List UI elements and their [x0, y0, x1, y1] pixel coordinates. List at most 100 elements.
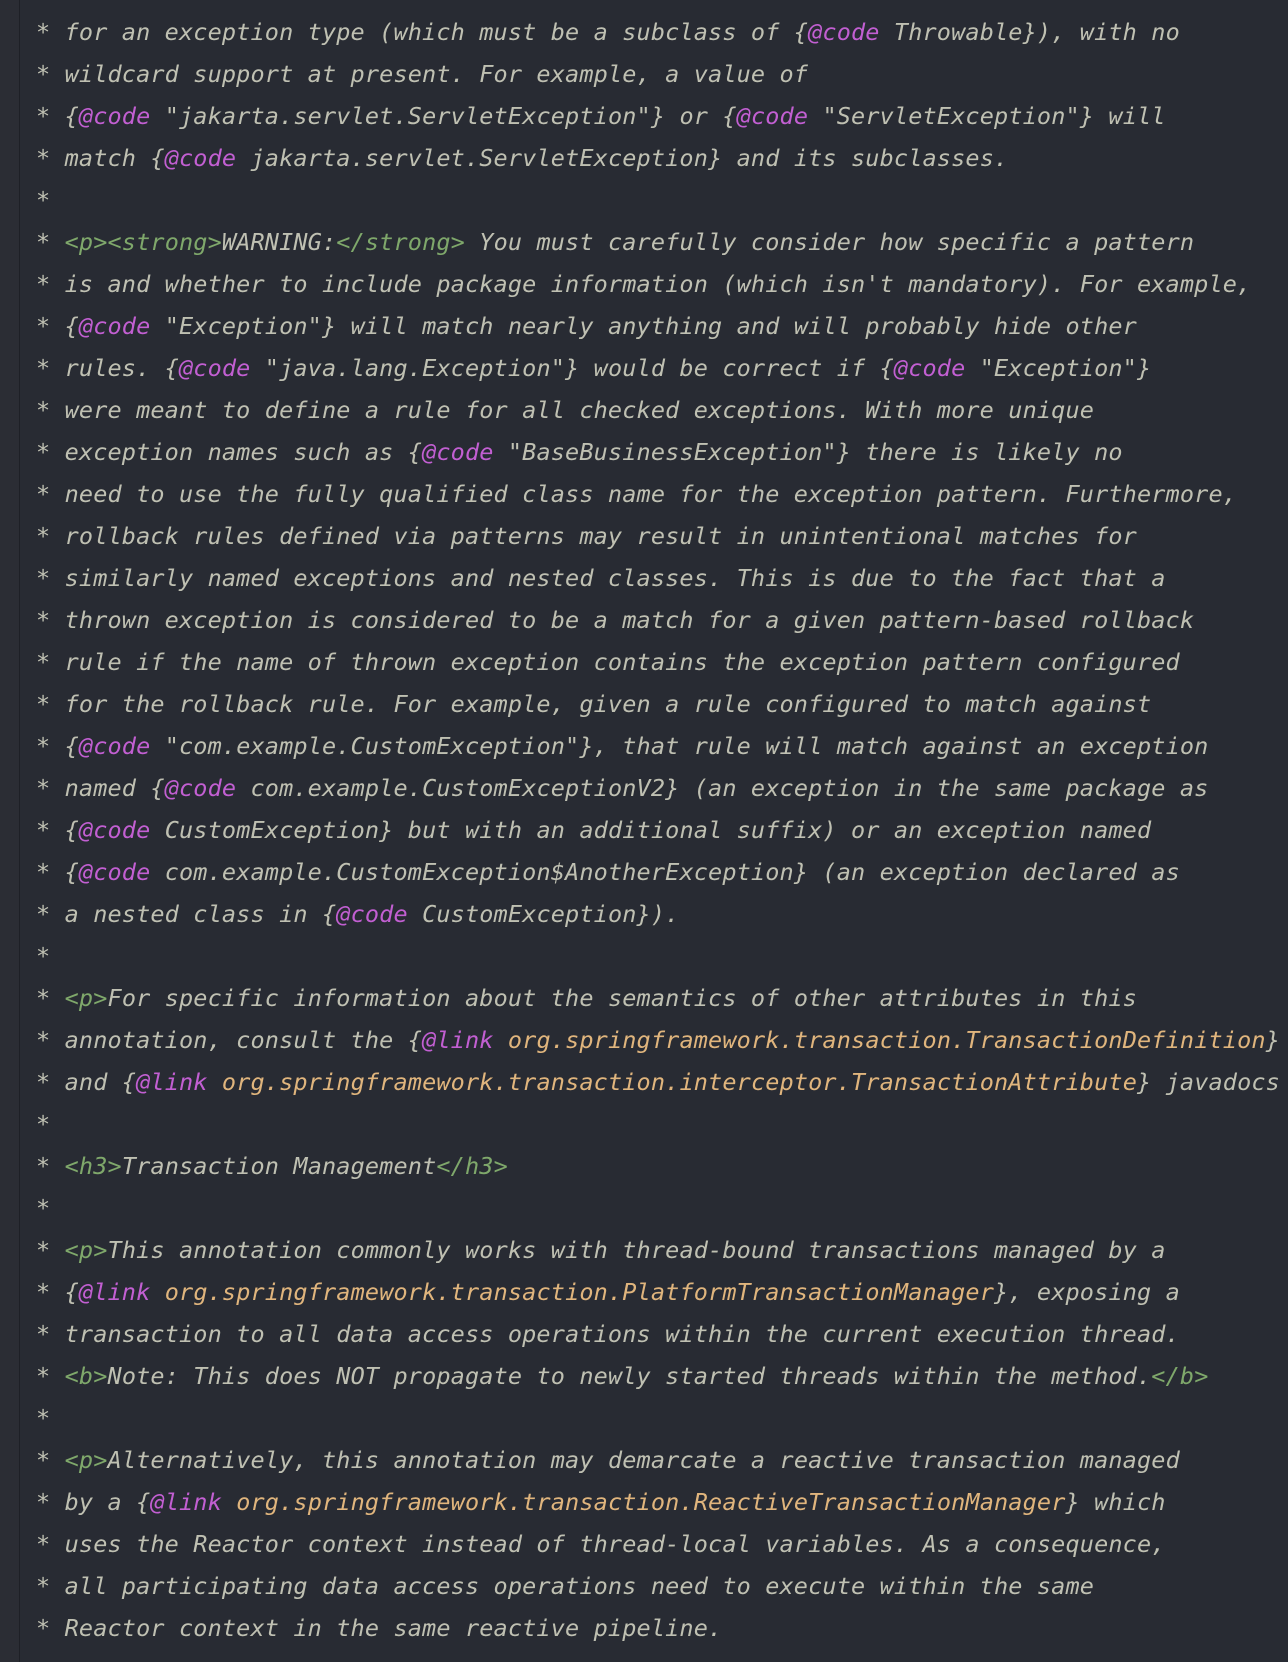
code-line[interactable]: * {@code com.example.CustomException$Ano… [36, 851, 1288, 893]
javadoc-tag: @link [136, 1068, 208, 1096]
javadoc-tag: @code [78, 732, 151, 760]
html-tag: </b> [1151, 1362, 1209, 1390]
code-line[interactable]: * rule if the name of thrown exception c… [36, 641, 1288, 683]
comment-text: You must carefully consider how specific… [464, 228, 1195, 256]
comment-text: com.example.CustomException$AnotherExcep… [150, 858, 1180, 886]
code-line[interactable]: * exception names such as {@code "BaseBu… [36, 431, 1288, 473]
comment-text: "BaseBusinessException"} there is likely… [493, 438, 1123, 466]
comment-text: * rollback rules defined via patterns ma… [36, 522, 1137, 550]
comment-text: * { [36, 1278, 79, 1306]
code-line[interactable]: * Reactor context in the same reactive p… [36, 1607, 1288, 1649]
comment-text: * [36, 1110, 51, 1138]
comment-text: * [36, 228, 65, 256]
code-line[interactable]: * wildcard support at present. For examp… [36, 53, 1288, 95]
code-line[interactable]: * {@code CustomException} but with an ad… [36, 809, 1288, 851]
code-line[interactable]: * need to use the fully qualified class … [36, 473, 1288, 515]
comment-text: * [36, 1362, 65, 1390]
link-reference: org.springframework.transaction.Transact… [507, 1026, 1266, 1054]
code-line[interactable]: * and {@link org.springframework.transac… [36, 1061, 1288, 1103]
code-line[interactable]: * {@code "Exception"} will match nearly … [36, 305, 1288, 347]
code-line[interactable]: * thrown exception is considered to be a… [36, 599, 1288, 641]
comment-text: * [36, 1194, 51, 1222]
comment-text: Note: This does NOT propagate to newly s… [107, 1362, 1152, 1390]
javadoc-tag: @code [78, 102, 151, 130]
comment-text [150, 1278, 164, 1306]
code-line[interactable]: * rules. {@code "java.lang.Exception"} w… [36, 347, 1288, 389]
html-tag: <p> [64, 1446, 108, 1474]
code-line[interactable]: * uses the Reactor context instead of th… [36, 1523, 1288, 1565]
code-line[interactable]: * <p>Alternatively, this annotation may … [36, 1439, 1288, 1481]
code-line[interactable]: * [36, 1187, 1288, 1229]
code-line[interactable]: * <p><strong>WARNING:</strong> You must … [36, 221, 1288, 263]
comment-text: * thrown exception is considered to be a… [36, 606, 1195, 634]
comment-text: * need to use the fully qualified class … [36, 480, 1238, 508]
comment-text: * { [36, 102, 79, 130]
comment-text: * transaction to all data access operati… [36, 1320, 1180, 1348]
comment-text: "com.example.CustomException"}, that rul… [150, 732, 1209, 760]
code-line[interactable]: * [36, 935, 1288, 977]
code-line[interactable]: * {@code "com.example.CustomException"},… [36, 725, 1288, 767]
code-line[interactable]: * is and whether to include package info… [36, 263, 1288, 305]
comment-text: * wildcard support at present. For examp… [36, 60, 809, 88]
code-line[interactable]: * {@link org.springframework.transaction… [36, 1271, 1288, 1313]
code-line[interactable]: * similarly named exceptions and nested … [36, 557, 1288, 599]
code-line[interactable]: * <p>This annotation commonly works with… [36, 1229, 1288, 1271]
comment-text: * for an exception type (which must be a… [36, 18, 809, 46]
javadoc-tag: @code [808, 18, 880, 46]
comment-text: * [36, 1236, 65, 1264]
comment-text: * [36, 1152, 65, 1180]
comment-text: CustomException} but with an additional … [150, 816, 1152, 844]
comment-text: * uses the Reactor context instead of th… [36, 1530, 1166, 1558]
code-line[interactable]: * transaction to all data access operati… [36, 1313, 1288, 1355]
code-line[interactable]: * <b>Note: This does NOT propagate to ne… [36, 1355, 1288, 1397]
code-line[interactable]: * for an exception type (which must be a… [36, 11, 1288, 53]
javadoc-tag: @code [893, 354, 966, 382]
comment-text: }, exposing a [994, 1278, 1180, 1306]
comment-text: * named { [36, 774, 165, 802]
code-line[interactable]: * rollback rules defined via patterns ma… [36, 515, 1288, 557]
javadoc-tag: @code [164, 144, 237, 172]
code-line[interactable]: * [36, 179, 1288, 221]
code-line[interactable]: * [36, 1397, 1288, 1439]
html-tag: </strong> [336, 228, 465, 256]
code-line[interactable]: * a nested class in {@code CustomExcepti… [36, 893, 1288, 935]
javadoc-tag: @code [78, 816, 151, 844]
code-line[interactable]: * all participating data access operatio… [36, 1565, 1288, 1607]
link-reference: org.springframework.transaction.intercep… [221, 1068, 1137, 1096]
html-tag: <p> [64, 1236, 108, 1264]
code-line[interactable]: * annotation, consult the {@link org.spr… [36, 1019, 1288, 1061]
comment-text: "Exception"} will match nearly anything … [150, 312, 1137, 340]
comment-text [208, 1068, 222, 1096]
comment-text: * rule if the name of thrown exception c… [36, 648, 1180, 676]
comment-text: * for the rollback rule. For example, gi… [36, 690, 1152, 718]
comment-text: * is and whether to include package info… [36, 270, 1252, 298]
javadoc-tag: @link [150, 1488, 222, 1516]
comment-text: * [36, 186, 51, 214]
code-line[interactable]: * were meant to define a rule for all ch… [36, 389, 1288, 431]
code-line[interactable]: * <p>For specific information about the … [36, 977, 1288, 1019]
code-line[interactable]: * [36, 1103, 1288, 1145]
code-line[interactable]: * for the rollback rule. For example, gi… [36, 683, 1288, 725]
comment-text: * Reactor context in the same reactive p… [36, 1614, 723, 1642]
link-reference: org.springframework.transaction.Platform… [164, 1278, 995, 1306]
code-editor[interactable]: * for an exception type (which must be a… [36, 11, 1288, 1662]
code-line[interactable]: * {@code "jakarta.servlet.ServletExcepti… [36, 95, 1288, 137]
html-tag: </h3> [436, 1152, 508, 1180]
html-tag: <p><strong> [64, 228, 222, 256]
comment-text: "jakarta.servlet.ServletException"} or { [150, 102, 737, 130]
comment-text: WARNING: [221, 228, 337, 256]
javadoc-tag: @code [178, 354, 251, 382]
code-line[interactable]: * <h3>Transaction Management</h3> [36, 1145, 1288, 1187]
comment-text: For specific information about the seman… [107, 984, 1137, 1012]
javadoc-tag: @link [422, 1026, 494, 1054]
comment-text: com.example.CustomExceptionV2} (an excep… [236, 774, 1209, 802]
editor-gutter [0, 0, 20, 1662]
comment-text: * [36, 984, 65, 1012]
code-line[interactable]: * named {@code com.example.CustomExcepti… [36, 767, 1288, 809]
comment-text: Alternatively, this annotation may demar… [107, 1446, 1180, 1474]
code-line[interactable]: * by a {@link org.springframework.transa… [36, 1481, 1288, 1523]
code-line[interactable]: * match {@code jakarta.servlet.ServletEx… [36, 137, 1288, 179]
comment-text: * all participating data access operatio… [36, 1572, 1095, 1600]
comment-text: "ServletException"} will [808, 102, 1166, 130]
comment-text: } which [1065, 1488, 1166, 1516]
